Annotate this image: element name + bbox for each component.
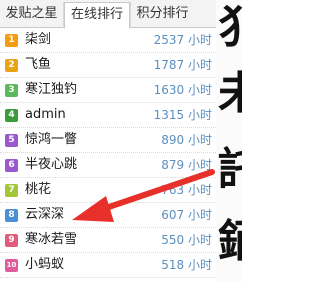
calligraphy-char: 銆 [218,216,242,267]
online-hours: 890 小时 [161,133,212,147]
rank-badge: 3 [5,84,18,97]
tab-top-posters[interactable]: 发贴之星 [0,2,64,28]
rank-badge: 5 [5,134,18,147]
calligraphy-char: 犭 [218,2,242,53]
user-name-link[interactable]: 寒冰若雪 [25,228,77,252]
ranking-row[interactable]: 9 寒冰若雪 550 小时 [0,228,216,253]
rank-badge: 2 [5,59,18,72]
user-name-link[interactable]: 半夜心跳 [25,153,77,177]
tab-online-ranking[interactable]: 在线排行 [64,2,130,29]
rank-badge: 1 [5,34,18,47]
user-name-link[interactable]: 云深深 [25,203,64,227]
calligraphy-char: 未 [218,68,242,119]
ranking-row[interactable]: 2 飞鱼 1787 小时 [0,53,216,78]
rank-badge: 6 [5,159,18,172]
ranking-row[interactable]: 7 桃花 763 小时 [0,178,216,203]
online-hours: 763 小时 [161,183,212,197]
user-name-link[interactable]: 寒江独钓 [25,78,77,102]
ranking-tabs: 发贴之星 在线排行 积分排行 [0,0,216,29]
ranking-list: 1 柒剑 2537 小时 2 飞鱼 1787 小时 3 寒江独钓 1630 小时 4 admin 13… [0,28,216,278]
ranking-row[interactable]: 4 admin 1315 小时 [0,103,216,128]
calligraphy-strip: 犭 未 託 銆 [216,0,242,282]
user-name-link[interactable]: admin [25,103,66,127]
rank-badge: 4 [5,109,18,122]
online-hours: 1630 小时 [153,83,212,97]
online-hours: 879 小时 [161,158,212,172]
ranking-row[interactable]: 10 小蚂蚁 518 小时 [0,253,216,278]
online-hours: 550 小时 [161,233,212,247]
ranking-row[interactable]: 6 半夜心跳 879 小时 [0,153,216,178]
online-hours: 2537 小时 [153,33,212,47]
user-name-link[interactable]: 小蚂蚁 [25,253,64,277]
ranking-row[interactable]: 3 寒江独钓 1630 小时 [0,78,216,103]
rank-badge: 8 [5,209,18,222]
tab-points-ranking[interactable]: 积分排行 [130,2,194,28]
online-hours: 1315 小时 [153,108,212,122]
ranking-row[interactable]: 5 惊鸿一瞥 890 小时 [0,128,216,153]
user-name-link[interactable]: 柒剑 [25,28,51,52]
ranking-row[interactable]: 8 云深深 607 小时 [0,203,216,228]
online-hours: 518 小时 [161,258,212,272]
ranking-row[interactable]: 1 柒剑 2537 小时 [0,28,216,53]
calligraphy-char: 託 [218,144,242,195]
online-hours: 607 小时 [161,208,212,222]
rank-badge: 10 [5,259,18,272]
user-name-link[interactable]: 桃花 [25,178,51,202]
rank-badge: 7 [5,184,18,197]
rank-badge: 9 [5,234,18,247]
online-hours: 1787 小时 [153,58,212,72]
user-name-link[interactable]: 惊鸿一瞥 [25,128,77,152]
online-ranking-widget: 犭 未 託 銆 发贴之星 在线排行 积分排行 1 柒剑 2537 小时 2 飞鱼 1787… [0,0,242,282]
user-name-link[interactable]: 飞鱼 [25,53,51,77]
